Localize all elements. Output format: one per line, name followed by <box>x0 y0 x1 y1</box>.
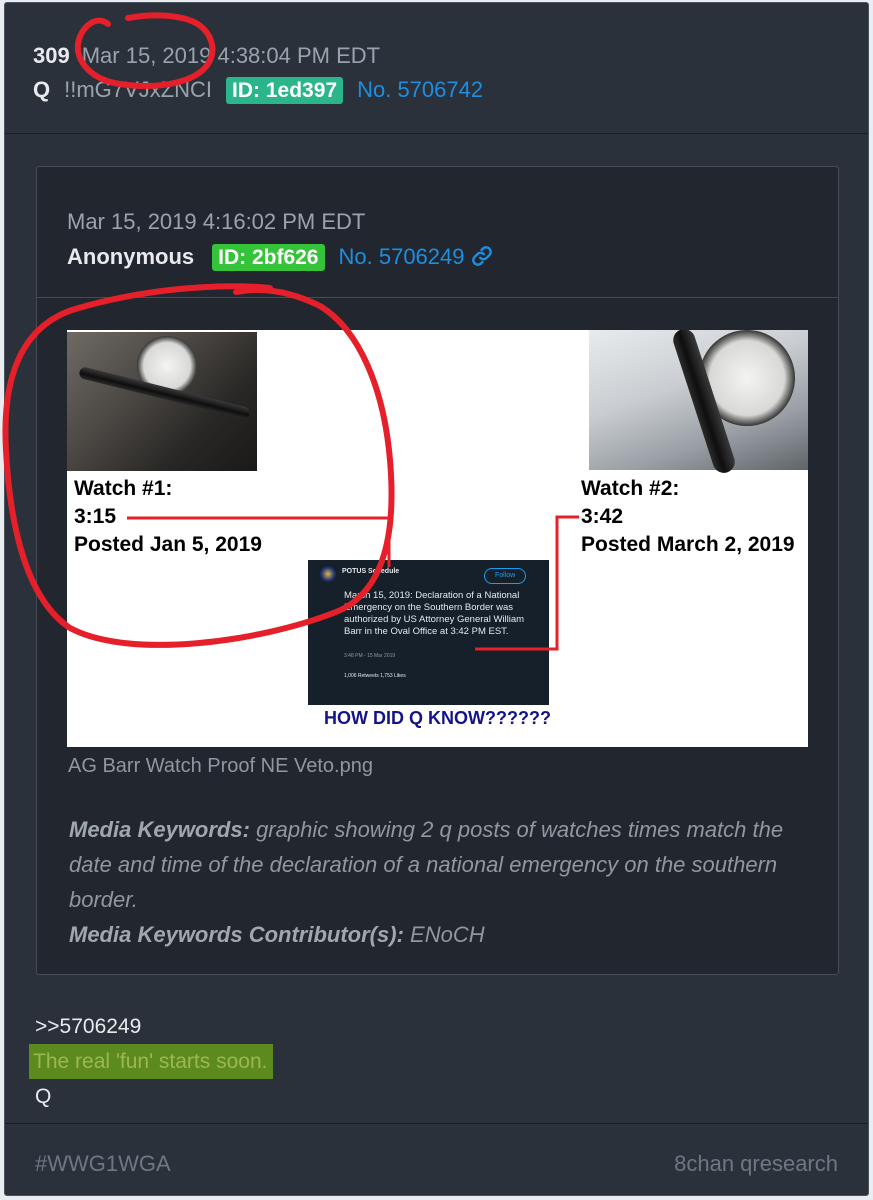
tweet-body: March 15, 2019: Declaration of a Nationa… <box>344 590 525 637</box>
tweet-username: POTUS Schedule <box>342 568 400 575</box>
watch2-label: Watch #2: 3:42 Posted March 2, 2019 <box>581 477 795 556</box>
watch-photo-1 <box>67 332 257 471</box>
image-caption: HOW DID Q KNOW?????? <box>324 708 551 728</box>
watch-photo-2 <box>589 330 808 476</box>
post-header: 309 Mar 15, 2019 4:38:04 PM EDT Q !!mG7V… <box>33 39 848 107</box>
post-tripcode: !!mG7VJxZNCI <box>64 77 213 102</box>
potus-seal-icon <box>320 566 336 582</box>
post-author: Q <box>33 77 51 102</box>
post-number-link[interactable]: No. 5706742 <box>357 77 483 103</box>
post-date: Mar 15, 2019 4:38:04 PM EDT <box>81 43 381 68</box>
link-icon[interactable] <box>471 244 493 270</box>
image-filename[interactable]: AG Barr Watch Proof NE Veto.png <box>68 755 373 778</box>
quoted-post-number-link[interactable]: No. 5706249 <box>339 244 465 270</box>
tweet-stats: 1,006 Retweets 1,753 Likes <box>344 673 406 679</box>
header-divider <box>5 133 868 134</box>
greentext-line: The real 'fun' starts soon. <box>29 1044 274 1079</box>
signature: Q <box>35 1085 52 1108</box>
post-image[interactable]: Watch #1: 3:15 Posted Jan 5, 2019 Watch … <box>67 330 808 747</box>
contributor-label: Media Keywords Contributor(s): <box>69 922 404 947</box>
quoted-post-author: Anonymous <box>67 244 195 269</box>
quoted-post-header: Mar 15, 2019 4:16:02 PM EDT Anonymous ID… <box>67 205 818 275</box>
post-number: 309 <box>33 43 70 68</box>
media-keywords: Media Keywords: graphic showing 2 q post… <box>69 812 789 952</box>
reply-reference[interactable]: >>5706249 <box>35 1009 273 1044</box>
q-post-card: 309 Mar 15, 2019 4:38:04 PM EDT Q !!mG7V… <box>4 2 869 1196</box>
tweet-screenshot: POTUS Schedule Follow March 15, 2019: De… <box>308 560 549 705</box>
footer-hashtag: #WWG1WGA <box>35 1151 171 1176</box>
footer-divider <box>5 1123 868 1124</box>
quoted-post: Mar 15, 2019 4:16:02 PM EDT Anonymous ID… <box>36 166 839 975</box>
quoted-header-divider <box>37 297 838 298</box>
quoted-post-id-badge[interactable]: ID: 2bf626 <box>212 243 325 271</box>
contributor-text: ENoCH <box>410 922 485 947</box>
footer-source: 8chan qresearch <box>674 1151 838 1176</box>
post-id-badge[interactable]: ID: 1ed397 <box>226 76 344 104</box>
tweet-timestamp: 3:48 PM - 15 Mar 2019 <box>344 653 396 659</box>
tweet-follow-button: Follow <box>484 568 527 584</box>
keywords-label: Media Keywords: <box>69 817 250 842</box>
watch1-label: Watch #1: 3:15 Posted Jan 5, 2019 <box>74 477 262 556</box>
quoted-post-date: Mar 15, 2019 4:16:02 PM EDT <box>67 209 366 234</box>
post-message: >>5706249 The real 'fun' starts soon. Q <box>29 1009 274 1114</box>
